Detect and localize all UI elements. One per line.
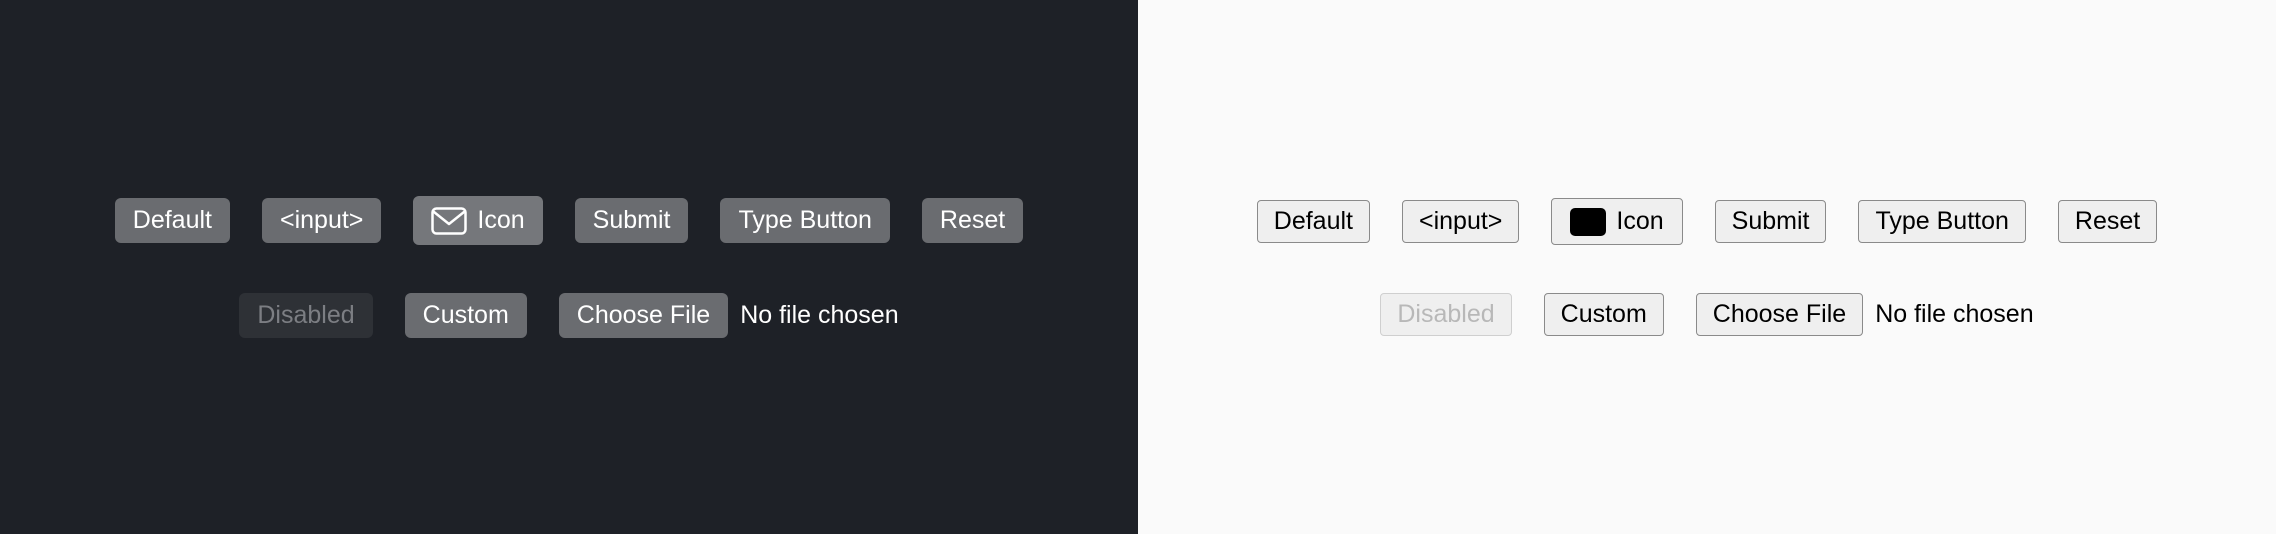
icon-button-label: Icon <box>1616 207 1663 236</box>
mail-icon <box>431 207 467 235</box>
type-button[interactable]: Type Button <box>720 198 889 243</box>
input-button[interactable]: <input> <box>1402 200 1519 243</box>
icon-button[interactable]: Icon <box>413 196 542 245</box>
input-button[interactable]: <input> <box>262 198 381 243</box>
disabled-button: Disabled <box>239 293 372 338</box>
custom-button[interactable]: Custom <box>405 293 527 338</box>
button-row-2: Disabled Custom Choose File No file chos… <box>239 293 898 338</box>
reset-button[interactable]: Reset <box>922 198 1023 243</box>
choose-file-button[interactable]: Choose File <box>1696 293 1863 336</box>
default-button[interactable]: Default <box>115 198 230 243</box>
mail-icon <box>1570 208 1606 236</box>
default-button[interactable]: Default <box>1257 200 1370 243</box>
button-row-1: Default <input> Icon Submit Type Button … <box>1257 198 2157 245</box>
button-row-1: Default <input> Icon Submit Type Button … <box>115 196 1023 245</box>
custom-button[interactable]: Custom <box>1544 293 1664 336</box>
file-status-text: No file chosen <box>740 301 898 330</box>
submit-button[interactable]: Submit <box>1715 200 1827 243</box>
disabled-button: Disabled <box>1380 293 1511 336</box>
dark-theme-panel: Default <input> Icon Submit Type Button … <box>0 0 1138 534</box>
icon-button[interactable]: Icon <box>1551 198 1682 245</box>
reset-button[interactable]: Reset <box>2058 200 2157 243</box>
button-row-2: Disabled Custom Choose File No file chos… <box>1380 293 2033 336</box>
choose-file-button[interactable]: Choose File <box>559 293 728 338</box>
light-theme-panel: Default <input> Icon Submit Type Button … <box>1138 0 2276 534</box>
file-input-group: Choose File No file chosen <box>1696 293 2034 336</box>
type-button[interactable]: Type Button <box>1858 200 2025 243</box>
icon-button-label: Icon <box>477 206 524 235</box>
file-status-text: No file chosen <box>1875 300 2033 329</box>
file-input-group: Choose File No file chosen <box>559 293 899 338</box>
submit-button[interactable]: Submit <box>575 198 689 243</box>
